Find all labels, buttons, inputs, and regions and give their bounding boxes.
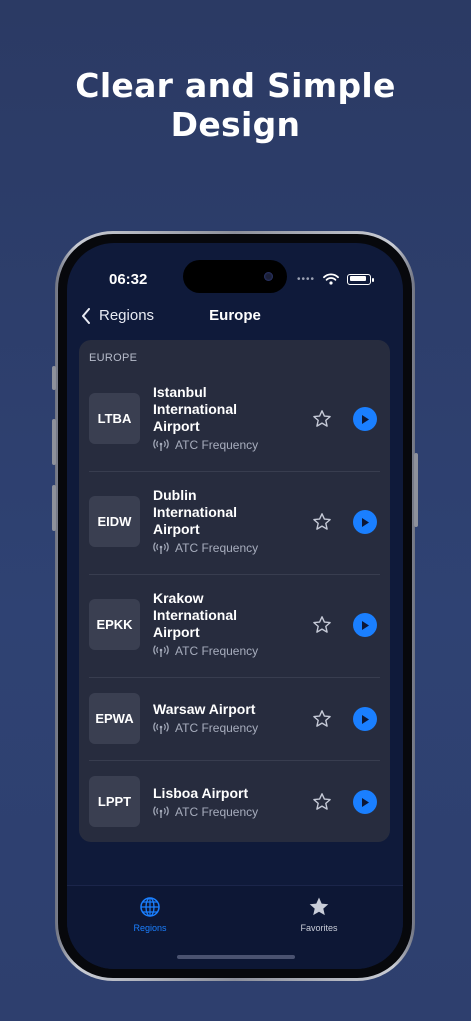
back-button[interactable]: Regions xyxy=(81,307,154,324)
headline: Clear and Simple Design xyxy=(0,66,471,144)
phone-bezel: 06:32 •••• Europe Regions EUROPE LTBA Is… xyxy=(58,234,412,978)
antenna-icon xyxy=(153,644,169,657)
atc-frequency-text: ATC Frequency xyxy=(175,644,259,658)
airport-code: EIDW xyxy=(89,496,140,547)
airport-code: EPKK xyxy=(89,599,140,650)
play-icon xyxy=(362,414,369,424)
airport-code: LPPT xyxy=(89,776,140,827)
play-button[interactable] xyxy=(353,790,377,814)
airport-name: Dublin International Airport xyxy=(153,487,238,537)
play-icon xyxy=(362,714,369,724)
atc-frequency-label: ATC Frequency xyxy=(153,438,258,452)
airport-code: LTBA xyxy=(89,393,140,444)
atc-frequency-text: ATC Frequency xyxy=(175,541,259,555)
status-time: 06:32 xyxy=(109,271,148,288)
tab-bar: Regions Favorites xyxy=(67,885,403,969)
app-screen: 06:32 •••• Europe Regions EUROPE LTBA Is… xyxy=(67,243,403,969)
camera-icon xyxy=(264,272,273,281)
atc-frequency-text: ATC Frequency xyxy=(175,438,259,452)
airport-row[interactable]: EIDW Dublin International Airport ATC Fr… xyxy=(79,471,390,574)
atc-frequency-text: ATC Frequency xyxy=(175,805,259,819)
power-button xyxy=(414,453,418,527)
signal-dots-icon: •••• xyxy=(296,273,315,285)
home-indicator xyxy=(177,955,295,959)
play-icon xyxy=(362,517,369,527)
volume-down-button xyxy=(52,485,56,531)
back-label: Regions xyxy=(99,307,155,324)
status-indicators: •••• xyxy=(296,273,374,285)
atc-frequency-text: ATC Frequency xyxy=(175,721,259,735)
antenna-icon xyxy=(153,805,169,818)
airport-row[interactable]: LPPT Lisboa Airport ATC Frequency xyxy=(79,760,390,843)
airport-name: Istanbul International Airport xyxy=(153,384,238,434)
antenna-icon xyxy=(153,721,169,734)
atc-frequency-label: ATC Frequency xyxy=(153,541,258,555)
airport-row[interactable]: EPKK Krakow International Airport ATC Fr… xyxy=(79,574,390,677)
play-button[interactable] xyxy=(353,707,377,731)
play-button[interactable] xyxy=(353,407,377,431)
favorite-star-icon[interactable] xyxy=(312,409,332,429)
atc-frequency-label: ATC Frequency xyxy=(153,644,258,658)
tab-favorites[interactable]: Favorites xyxy=(279,896,359,933)
volume-up-button xyxy=(52,419,56,465)
tab-regions-label: Regions xyxy=(133,923,167,933)
airport-row[interactable]: LTBA Istanbul International Airport ATC … xyxy=(79,368,390,471)
globe-icon xyxy=(140,897,160,917)
airport-name: Warsaw Airport xyxy=(153,701,256,717)
favorite-star-icon[interactable] xyxy=(312,615,332,635)
tab-favorites-label: Favorites xyxy=(300,923,338,933)
atc-frequency-label: ATC Frequency xyxy=(153,805,258,819)
section-header: EUROPE xyxy=(89,352,138,364)
airport-list: EUROPE LTBA Istanbul International Airpo… xyxy=(79,340,390,842)
play-button[interactable] xyxy=(353,510,377,534)
play-button[interactable] xyxy=(353,613,377,637)
action-button xyxy=(52,366,56,390)
star-icon xyxy=(309,897,329,916)
airport-name: Lisboa Airport xyxy=(153,785,249,801)
phone-frame: 06:32 •••• Europe Regions EUROPE LTBA Is… xyxy=(52,231,418,981)
play-icon xyxy=(362,620,369,630)
antenna-icon xyxy=(153,438,169,451)
headline-line-2: Design xyxy=(170,105,301,144)
airport-code: EPWA xyxy=(89,693,140,744)
atc-frequency-label: ATC Frequency xyxy=(153,721,258,735)
play-icon xyxy=(362,797,369,807)
wifi-icon xyxy=(323,273,339,285)
tab-regions[interactable]: Regions xyxy=(110,896,190,933)
favorite-star-icon[interactable] xyxy=(312,709,332,729)
battery-icon xyxy=(347,273,374,285)
airport-row[interactable]: EPWA Warsaw Airport ATC Frequency xyxy=(79,677,390,760)
favorite-star-icon[interactable] xyxy=(312,792,332,812)
dynamic-island xyxy=(183,260,287,293)
airport-name: Krakow International Airport xyxy=(153,590,238,640)
favorite-star-icon[interactable] xyxy=(312,512,332,532)
antenna-icon xyxy=(153,541,169,554)
headline-line-1: Clear and Simple xyxy=(75,66,396,105)
chevron-left-icon xyxy=(82,307,90,324)
